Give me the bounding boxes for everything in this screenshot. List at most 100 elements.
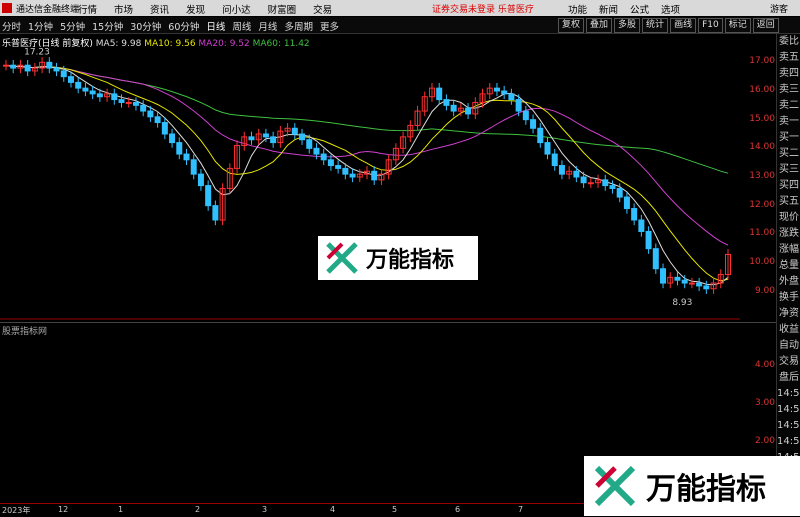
indicator-title: 股票指标网 bbox=[2, 327, 48, 337]
tool-button-3[interactable]: 统计 bbox=[642, 18, 669, 33]
tool-button-5[interactable]: F10 bbox=[698, 18, 723, 33]
sidebar-item-22: 14:58 bbox=[777, 388, 800, 399]
tool-button-0[interactable]: 复权 bbox=[558, 18, 585, 33]
price-tick-1: 16.00 bbox=[749, 85, 775, 95]
sidebar-item-21: 盘后 bbox=[779, 372, 799, 383]
menu-news[interactable]: 资讯 bbox=[150, 2, 169, 16]
guest-user[interactable]: 游客 bbox=[770, 2, 788, 15]
date-tick-5: 4 bbox=[330, 505, 336, 514]
price-tick-4: 13.00 bbox=[749, 171, 775, 181]
candle-body bbox=[443, 99, 450, 106]
period-tab-10[interactable]: 更多 bbox=[320, 19, 339, 33]
sidebar-item-0: 委比 bbox=[779, 36, 799, 47]
menu-function[interactable]: 功能 bbox=[568, 2, 587, 16]
sidebar-item-8: 买三 bbox=[779, 164, 799, 175]
date-tick-7: 6 bbox=[455, 505, 461, 514]
period-tab-9[interactable]: 多周期 bbox=[284, 19, 313, 33]
menu-quotes[interactable]: 行情 bbox=[78, 2, 97, 16]
candle-body bbox=[197, 173, 204, 187]
candle-body bbox=[587, 182, 594, 185]
logo-icon bbox=[326, 242, 358, 274]
candle-body bbox=[262, 133, 269, 138]
tool-button-7[interactable]: 返回 bbox=[752, 18, 779, 33]
price-tick-7: 10.00 bbox=[749, 257, 775, 267]
candle-body bbox=[609, 185, 616, 189]
menu-options[interactable]: 选项 bbox=[661, 2, 680, 16]
period-tab-4[interactable]: 30分钟 bbox=[130, 19, 161, 33]
sidebar-item-13: 涨幅 bbox=[779, 244, 799, 255]
period-tab-0[interactable]: 分时 bbox=[2, 19, 21, 33]
candle-body bbox=[161, 122, 168, 135]
trade-login-warning[interactable]: 证券交易未登录 乐普医疗 bbox=[432, 2, 534, 15]
candle-body bbox=[349, 173, 356, 178]
period-tab-6[interactable]: 日线 bbox=[206, 19, 225, 33]
date-tick-1: 12 bbox=[58, 505, 69, 514]
period-tab-2[interactable]: 5分钟 bbox=[60, 19, 85, 33]
sidebar-item-24: 14:58 bbox=[777, 420, 800, 431]
candle-body bbox=[147, 110, 154, 118]
date-tick-2: 1 bbox=[118, 505, 124, 514]
candle-body bbox=[696, 282, 703, 287]
sidebar-item-9: 买四 bbox=[779, 180, 799, 191]
sidebar-item-16: 换手 bbox=[779, 292, 799, 303]
period-toolbar: 分时 1分钟 5分钟 15分钟 30分钟 60分钟 日线 周线 月线 多周期 更多 复权 叠加 多股 统计… bbox=[0, 17, 800, 34]
sidebar-item-19: 自动 bbox=[779, 340, 799, 351]
candle-body bbox=[125, 101, 132, 104]
price-tick-6: 11.00 bbox=[749, 228, 775, 239]
candle-body bbox=[313, 147, 320, 155]
candle-body bbox=[465, 107, 472, 115]
menu-market[interactable]: 市场 bbox=[114, 2, 133, 16]
candle-body bbox=[623, 196, 630, 210]
logo-icon-large bbox=[594, 465, 636, 507]
watermark-banner-large: 万能指标 bbox=[584, 456, 800, 516]
title-bar: 通达信金融终端 行情 市场 资讯 发现 问小达 财富圈 交易 证券交易未登录 乐… bbox=[0, 0, 800, 16]
sidebar-item-3: 卖三 bbox=[779, 84, 799, 95]
candle-body bbox=[371, 170, 378, 181]
candle-body bbox=[530, 119, 537, 129]
menu-formula[interactable]: 公式 bbox=[630, 2, 649, 16]
menu-ask[interactable]: 问小达 bbox=[222, 2, 251, 16]
sidebar-item-2: 卖四 bbox=[779, 68, 799, 79]
menu-discover[interactable]: 发现 bbox=[186, 2, 205, 16]
sidebar-item-20: 交易 bbox=[779, 356, 799, 367]
menu-news-2[interactable]: 新闻 bbox=[599, 2, 618, 16]
candle-body bbox=[154, 116, 161, 124]
tool-button-2[interactable]: 多股 bbox=[614, 18, 641, 33]
app-logo-icon bbox=[2, 3, 12, 13]
period-tab-1[interactable]: 1分钟 bbox=[28, 19, 53, 33]
candle-body bbox=[169, 133, 176, 144]
period-tab-8[interactable]: 月线 bbox=[258, 19, 277, 33]
period-tab-5[interactable]: 60分钟 bbox=[168, 19, 199, 33]
candle-body bbox=[436, 87, 443, 101]
menu-trade[interactable]: 交易 bbox=[313, 2, 332, 16]
low-annotation: 8.93 bbox=[672, 298, 692, 308]
watermark-text-large: 万能指标 bbox=[646, 472, 766, 507]
candle-body bbox=[674, 276, 681, 281]
tool-button-4[interactable]: 画线 bbox=[670, 18, 697, 33]
candle-body bbox=[306, 139, 313, 149]
date-tick-0: 2023年 bbox=[2, 506, 31, 515]
menu-wealth[interactable]: 财富圈 bbox=[268, 2, 297, 16]
watermark-text: 万能指标 bbox=[366, 248, 455, 273]
candle-body bbox=[551, 153, 558, 167]
candle-body bbox=[132, 101, 139, 106]
candle-body bbox=[89, 90, 96, 95]
candle-body bbox=[515, 99, 522, 112]
candle-body bbox=[291, 127, 298, 135]
ma60-line bbox=[5, 64, 729, 174]
sidebar-item-10: 买五 bbox=[779, 196, 799, 207]
candle-body bbox=[544, 142, 551, 155]
candle-body bbox=[82, 87, 89, 92]
tool-button-1[interactable]: 叠加 bbox=[586, 18, 613, 33]
candle-body bbox=[320, 153, 327, 161]
candle-body bbox=[652, 248, 659, 270]
tool-button-6[interactable]: 标记 bbox=[724, 18, 751, 33]
candle-body bbox=[248, 136, 255, 141]
date-tick-4: 3 bbox=[262, 505, 268, 514]
candle-body bbox=[638, 219, 645, 232]
price-tick-0: 17.00 bbox=[749, 56, 775, 67]
period-tab-7[interactable]: 周线 bbox=[232, 19, 251, 33]
sidebar-item-5: 卖一 bbox=[779, 116, 799, 127]
period-tab-3[interactable]: 15分钟 bbox=[92, 19, 123, 33]
candle-body bbox=[342, 167, 349, 175]
